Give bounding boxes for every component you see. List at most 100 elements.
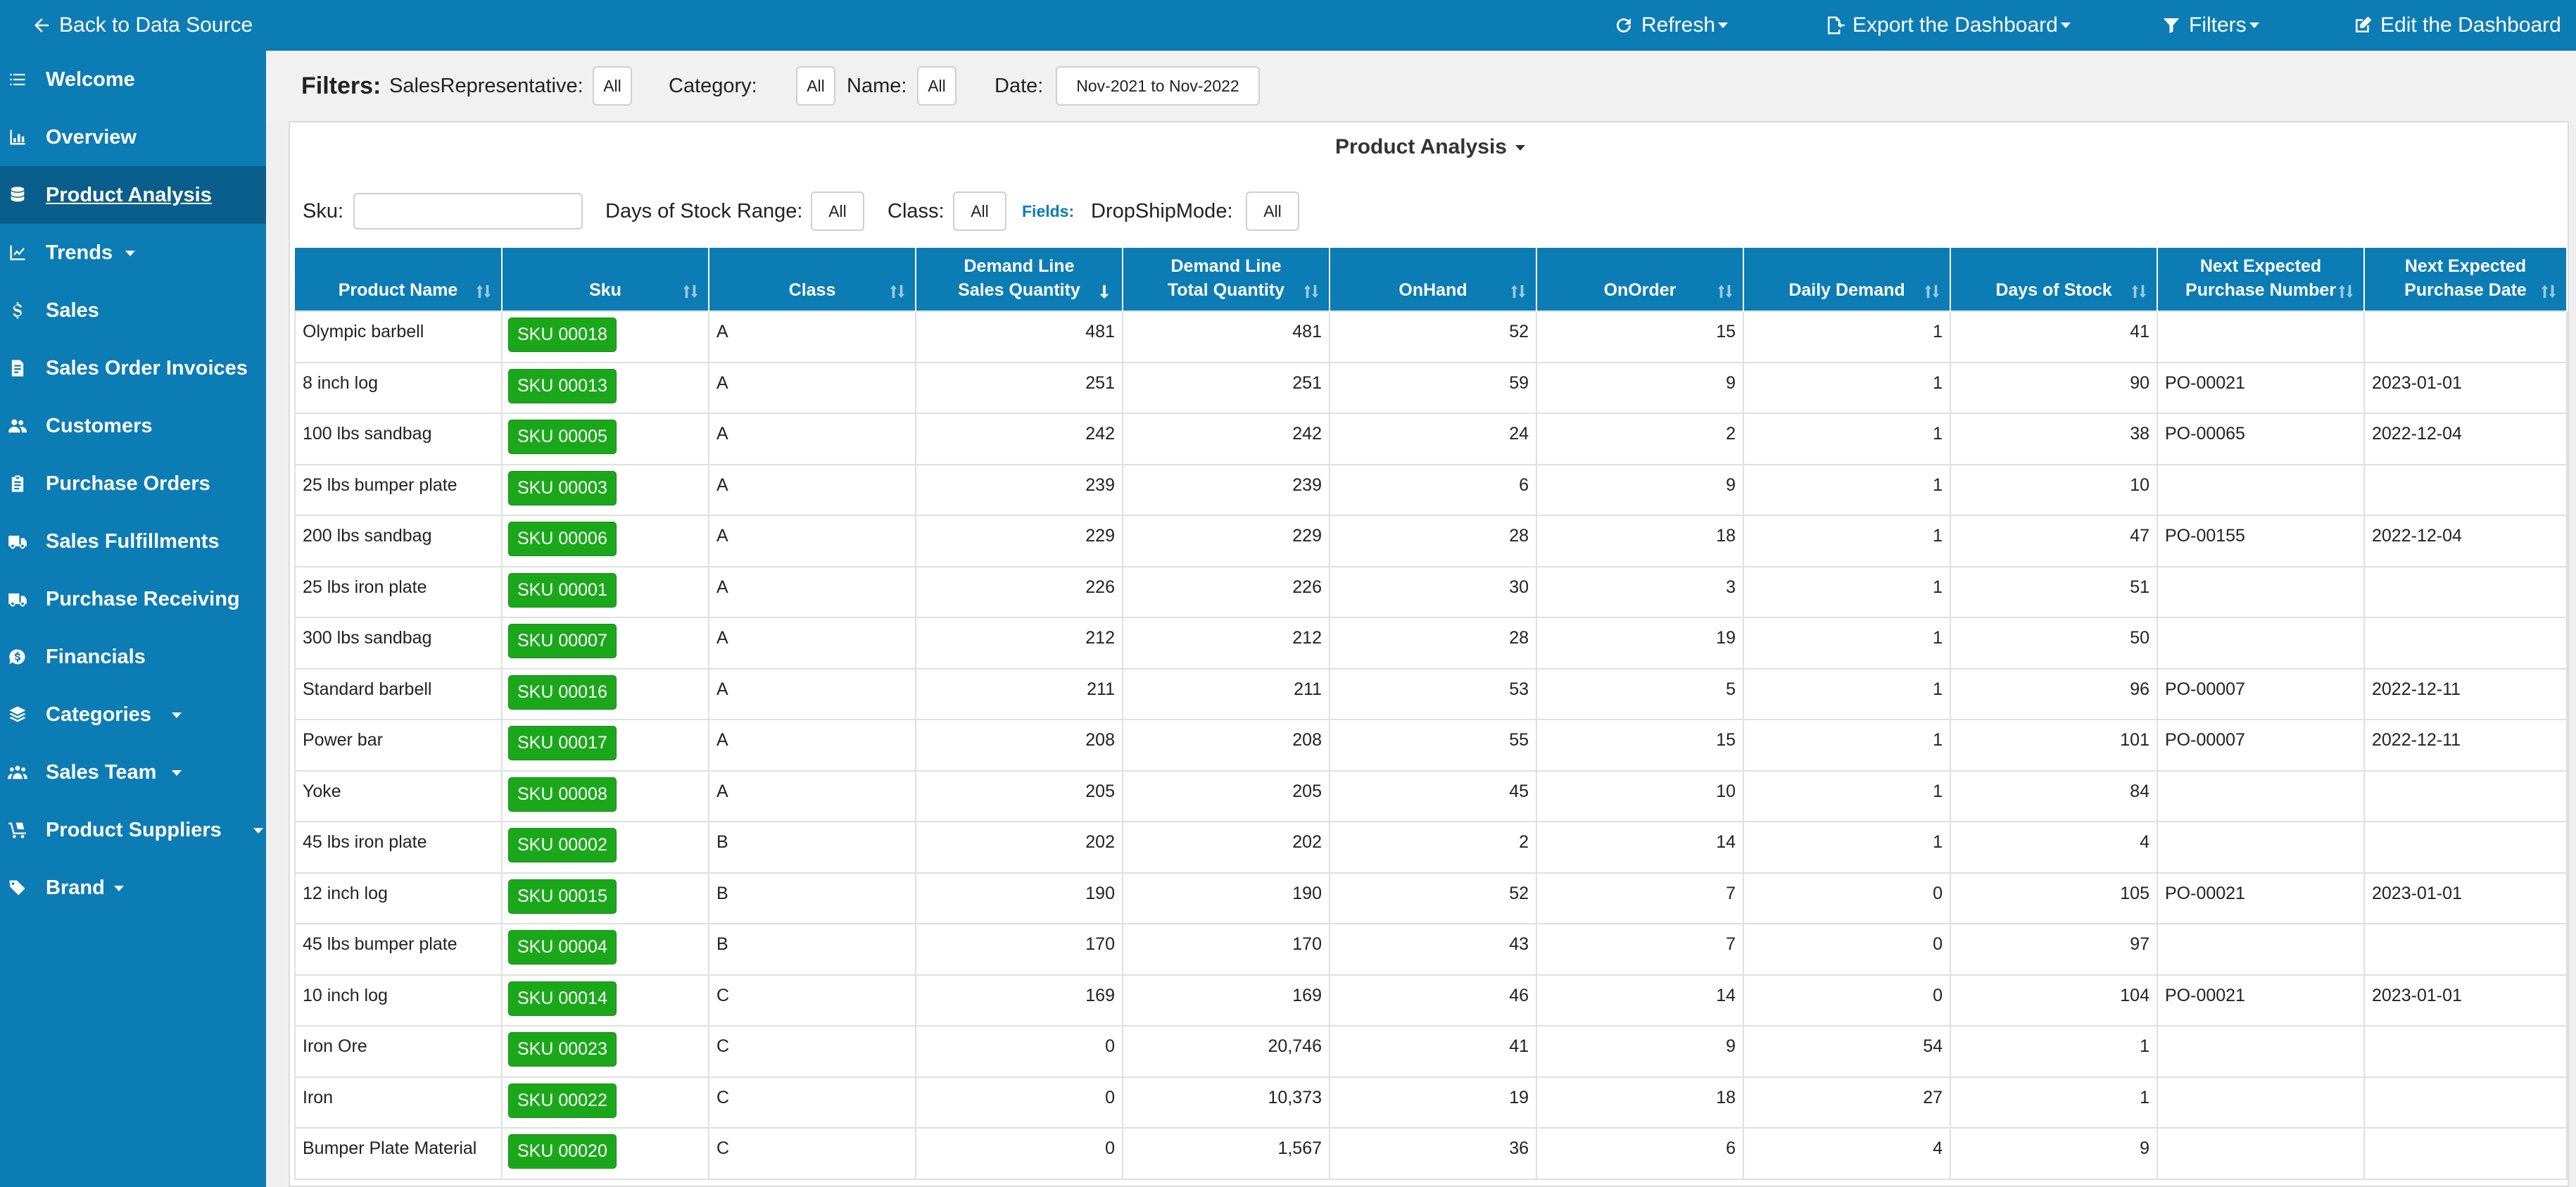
table-row[interactable]: 25 lbs iron plate SKU 00001 A 226 226 30 3 1 51 (294, 565, 2568, 618)
column-header[interactable]: OnHand (1330, 248, 1537, 311)
sku-badge[interactable]: SKU 00023 (508, 1032, 617, 1067)
sidebar-item-customers[interactable]: Customers (0, 397, 266, 455)
table-cell (2363, 617, 2568, 670)
back-to-data-source-button[interactable]: Back to Data Source (31, 0, 253, 51)
sku-badge[interactable]: SKU 00013 (508, 368, 617, 403)
column-header[interactable]: Next Expected Purchase Date (2364, 248, 2568, 311)
column-header[interactable]: Daily Demand (1743, 248, 1951, 311)
sku-badge[interactable]: SKU 00001 (508, 572, 617, 608)
table-cell: A (708, 463, 916, 516)
table-row[interactable]: Olympic barbell SKU 00018 A 481 481 52 15 1 41 (294, 310, 2568, 363)
table-row[interactable]: Standard barbell SKU 00016 A 211 211 53 5 1 96 PO… (294, 667, 2568, 720)
sidebar-item-financials[interactable]: Financials (0, 628, 266, 686)
table-row[interactable]: Bumper Plate Material SKU 00020 C 0 1,567 36 6… (294, 1127, 2568, 1180)
sku-badge[interactable]: SKU 00016 (508, 674, 617, 710)
sidebar-item-product-suppliers[interactable]: Product Suppliers (0, 801, 266, 859)
sidebar-item-categories[interactable]: Categories (0, 686, 266, 743)
sku-cell: SKU 00005 (501, 413, 709, 465)
table-cell: 38 (1950, 413, 2158, 465)
table-row[interactable]: 200 lbs sandbag SKU 00006 A 229 229 28 18 1 47 PO… (294, 515, 2568, 567)
panel-title[interactable]: Product Analysis (290, 135, 2570, 159)
sidebar-item-sales[interactable]: Sales (0, 282, 266, 339)
sidebar-item-welcome[interactable]: Welcome (0, 51, 266, 108)
sku-badge[interactable]: SKU 00004 (508, 930, 617, 965)
column-header[interactable]: Demand Line Total Quantity (1123, 248, 1330, 311)
sidebar-item-sales-fulfillments[interactable]: Sales Fulfillments (0, 513, 266, 570)
sort-icon[interactable] (683, 282, 698, 301)
sort-icon[interactable] (1717, 282, 1733, 301)
table-cell: 52 (1329, 872, 1537, 924)
sidebar-item-label: Sales Team (46, 760, 157, 784)
edit-dashboard-button[interactable]: Edit the Dashboard (2352, 0, 2561, 51)
sku-badge[interactable]: SKU 00022 (508, 1083, 617, 1118)
table-cell: 239 (915, 463, 1123, 516)
table-row[interactable]: 12 inch log SKU 00015 B 190 190 52 7 0 105 PO-000… (294, 872, 2568, 924)
sort-icon[interactable] (2338, 282, 2354, 301)
sidebar-item-brand[interactable]: Brand (0, 859, 266, 917)
sidebar-item-purchase-orders[interactable]: Purchase Orders (0, 455, 266, 513)
name-filter[interactable]: All (917, 66, 956, 106)
sku-badge[interactable]: SKU 00002 (508, 828, 617, 862)
column-header[interactable]: Next Expected Purchase Number (2157, 248, 2365, 311)
table-cell: PO-00021 (2157, 361, 2365, 414)
column-header[interactable]: Product Name (295, 248, 503, 311)
table-row[interactable]: 25 lbs bumper plate SKU 00003 A 239 239 6 9 1 10 (294, 463, 2568, 516)
table-cell: 19 (1536, 617, 1744, 670)
sku-badge[interactable]: SKU 00014 (508, 981, 617, 1016)
sort-icon[interactable] (1924, 282, 1940, 301)
table-row[interactable]: Yoke SKU 00008 A 205 205 45 10 1 84 (294, 770, 2568, 822)
table-row[interactable]: Iron SKU 00022 C 0 10,373 19 18 27 1 (294, 1076, 2568, 1129)
sort-icon[interactable] (1510, 282, 1526, 301)
table-row[interactable]: 45 lbs iron plate SKU 00002 B 202 202 2 14 1 4 (294, 821, 2568, 874)
table-row[interactable]: Iron Ore SKU 00023 C 0 20,746 41 9 54 1 (294, 1025, 2568, 1078)
sku-badge[interactable]: SKU 00008 (508, 777, 617, 812)
sort-icon[interactable] (476, 282, 491, 301)
sku-badge[interactable]: SKU 00018 (508, 318, 617, 352)
sku-badge[interactable]: SKU 00020 (508, 1134, 617, 1169)
table-row[interactable]: 45 lbs bumper plate SKU 00004 B 170 170 43 7 0 9… (294, 923, 2568, 976)
filters-button[interactable]: Filters (2161, 0, 2259, 51)
sidebar-item-sales-team[interactable]: Sales Team (0, 743, 266, 801)
sort-icon[interactable] (2541, 282, 2556, 301)
table-cell: 2 (1329, 821, 1537, 874)
table-row[interactable]: 300 lbs sandbag SKU 00007 A 212 212 28 19 1 50 (294, 617, 2568, 670)
table-row[interactable]: 8 inch log SKU 00013 A 251 251 59 9 1 90 PO-00021… (294, 361, 2568, 414)
sales-rep-filter[interactable]: All (593, 66, 632, 106)
table-cell: B (708, 821, 916, 874)
sku-badge[interactable]: SKU 00017 (508, 726, 617, 760)
refresh-button[interactable]: Refresh (1613, 0, 1729, 51)
sku-badge[interactable]: SKU 00007 (508, 624, 617, 658)
column-header-label: OnOrder (1603, 280, 1677, 300)
days-of-stock-filter[interactable]: All (811, 191, 864, 231)
column-header[interactable]: Class (709, 248, 916, 311)
sidebar-item-purchase-receiving[interactable]: Purchase Receiving (0, 570, 266, 628)
sku-badge[interactable]: SKU 00003 (508, 470, 617, 505)
table-row[interactable]: 10 inch log SKU 00014 C 169 169 46 14 0 104 PO-00… (294, 974, 2568, 1026)
sidebar-item-product-analysis[interactable]: Product Analysis (0, 166, 266, 224)
date-filter[interactable]: Nov-2021 to Nov-2022 (1056, 66, 1260, 106)
column-header[interactable]: Sku (502, 248, 709, 311)
sku-badge[interactable]: SKU 00005 (508, 420, 617, 454)
table-cell (2157, 1025, 2365, 1078)
sku-badge[interactable]: SKU 00015 (508, 879, 617, 914)
sort-descending-icon[interactable] (1097, 282, 1112, 301)
sidebar-item-overview[interactable]: Overview (0, 108, 266, 166)
column-header[interactable]: Days of Stock (1950, 248, 2158, 311)
sort-icon[interactable] (890, 282, 905, 301)
column-header[interactable]: Demand Line Sales Quantity (916, 248, 1123, 311)
table-row[interactable]: Power bar SKU 00017 A 208 208 55 15 1 101 PO-0000… (294, 719, 2568, 772)
sort-icon[interactable] (1303, 282, 1319, 301)
class-filter[interactable]: All (953, 191, 1006, 231)
fields-link[interactable]: Fields: (1022, 190, 1074, 232)
sku-badge[interactable]: SKU 00006 (508, 522, 617, 556)
sidebar-item-trends[interactable]: Trends (0, 224, 266, 282)
sku-input[interactable] (353, 193, 583, 230)
column-header[interactable]: OnOrder (1536, 248, 1744, 311)
table-row[interactable]: 100 lbs sandbag SKU 00005 A 242 242 24 2 1 38 PO-… (294, 413, 2568, 465)
category-filter[interactable]: All (796, 66, 835, 106)
export-dashboard-button[interactable]: Export the Dashboard (1824, 0, 2071, 51)
sort-icon[interactable] (2131, 282, 2147, 301)
sidebar-item-sales-order-invoices[interactable]: Sales Order Invoices (0, 339, 266, 397)
dropship-mode-filter[interactable]: All (1246, 191, 1299, 231)
sidebar-item-label: Brand (46, 876, 105, 899)
